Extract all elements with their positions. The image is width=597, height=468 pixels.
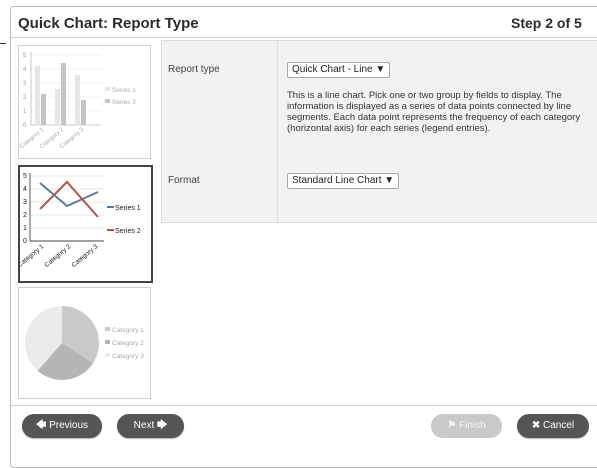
bar-y-tick: 5 <box>23 53 27 59</box>
bar-series2-cat3 <box>81 100 86 125</box>
pie-chart-thumbnail[interactable]: Category 1 Category 2 Category 3 <box>18 287 151 399</box>
line-series1 <box>39 182 99 208</box>
bar-y-tick: 2 <box>23 95 27 101</box>
footer-divider <box>11 405 597 406</box>
report-type-select[interactable]: Quick Chart - Line ▼ <box>287 62 391 78</box>
bar-series1-cat2 <box>55 89 60 125</box>
pie-legend-category1: Category 1 <box>112 327 144 334</box>
dialog-title: Quick Chart: Report Type <box>18 15 199 32</box>
bar-y-tick: 4 <box>23 67 27 73</box>
step-indicator: Step 2 of 5 <box>511 15 582 31</box>
bar-chart-preview: 5 4 3 2 1 0 Series 1 Series 2 Category 1… <box>19 52 136 150</box>
line-y-tick: 4 <box>23 186 27 193</box>
bar-series1-cat1 <box>35 66 40 125</box>
line-y-tick: 1 <box>23 225 27 232</box>
cancel-label: Cancel <box>543 420 575 431</box>
previous-label: Previous <box>49 420 89 431</box>
line-y-tick: 2 <box>23 212 27 219</box>
line-y-tick: 3 <box>23 199 27 206</box>
report-settings-panel: Report type Quick Chart - Line ▼ This is… <box>161 40 597 223</box>
settings-divider <box>277 41 278 222</box>
side-dash <box>0 43 6 44</box>
line-legend-series1: Series 1 <box>115 205 141 212</box>
bar-series2-cat1 <box>41 94 46 125</box>
pie-legend-category2: Category 2 <box>112 340 144 347</box>
bar-series1-cat3 <box>75 75 80 125</box>
bar-legend-series1: Series 1 <box>112 87 136 94</box>
finish-button[interactable]: ⚑ Finish <box>431 414 502 438</box>
arrow-left-icon: 🡄 <box>35 420 47 431</box>
line-y-tick: 5 <box>23 173 27 180</box>
pie-legend-category3: Category 3 <box>112 353 144 360</box>
bar-y-tick: 0 <box>23 123 27 129</box>
finish-label: Finish <box>459 420 486 431</box>
line-legend-series2: Series 2 <box>115 228 141 235</box>
quick-chart-dialog: Quick Chart: Report Type Step 2 of 5 5 4… <box>10 6 597 468</box>
line-series2 <box>39 180 99 218</box>
bar-chart-thumbnail[interactable]: 5 4 3 2 1 0 Series 1 Series 2 Category 1… <box>18 45 151 159</box>
line-y-tick: 0 <box>23 238 27 245</box>
bar-y-tick: 3 <box>23 81 27 87</box>
previous-button[interactable]: 🡄 Previous <box>22 414 102 438</box>
format-select[interactable]: Standard Line Chart ▼ <box>287 173 400 189</box>
flag-icon: ⚑ <box>447 420 457 431</box>
pie-chart-preview: Category 1 Category 2 Category 3 <box>25 306 144 380</box>
arrow-right-icon: 🡆 <box>157 420 168 431</box>
report-type-description: This is a line chart. Pick one or two gr… <box>287 90 581 134</box>
next-button[interactable]: Next 🡆 <box>117 414 184 438</box>
bar-legend-series2: Series 2 <box>112 99 136 106</box>
dialog-header: Quick Chart: Report Type Step 2 of 5 <box>11 7 597 38</box>
line-category-label: Category 2 <box>43 243 72 269</box>
format-label: Format <box>168 175 200 186</box>
bar-y-tick: 1 <box>23 109 27 115</box>
report-type-label: Report type <box>168 64 220 75</box>
line-category-label: Category 1 <box>20 243 46 269</box>
line-chart-preview: 5 4 3 2 1 0 Series 1 Series 2 Category 1… <box>20 173 141 269</box>
line-chart-thumbnail[interactable]: 5 4 3 2 1 0 Series 1 Series 2 Category 1… <box>18 165 153 283</box>
cancel-button[interactable]: ✖ Cancel <box>517 414 589 438</box>
next-label: Next <box>133 420 155 431</box>
line-category-label: Category 3 <box>70 243 99 269</box>
bar-series2-cat2 <box>61 63 66 125</box>
close-icon: ✖ <box>531 420 541 431</box>
